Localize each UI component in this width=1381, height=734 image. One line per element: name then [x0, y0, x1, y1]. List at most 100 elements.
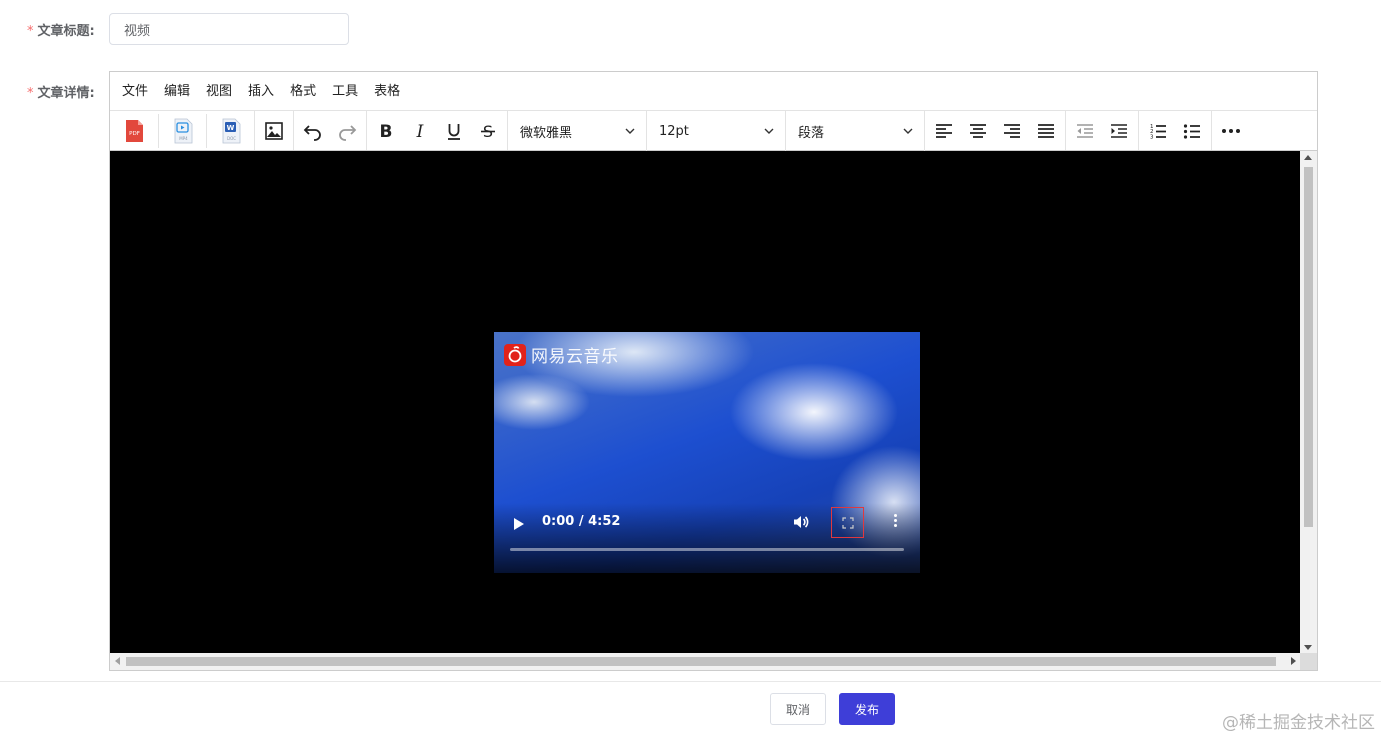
volume-icon [794, 516, 809, 528]
align-justify-icon [1038, 123, 1054, 138]
menu-edit[interactable]: 编辑 [156, 72, 198, 111]
svg-text:I: I [416, 122, 424, 141]
numbered-list-button[interactable]: 1 2 3 [1141, 114, 1175, 148]
font-family-select[interactable]: 微软雅黑 [508, 111, 647, 151]
font-size-select[interactable]: 12pt [647, 111, 786, 151]
menu-table[interactable]: 表格 [366, 72, 408, 111]
page: *文章标题: *文章详情: 文件 编辑 视图 插入 格式 工具 表格 PDF [0, 0, 1381, 734]
video-more-icon[interactable] [892, 514, 898, 529]
redo-button[interactable] [330, 114, 364, 148]
font-family-value: 微软雅黑 [520, 125, 573, 141]
upload-group: PDF MP4 W DOC [110, 111, 255, 150]
align-left-icon [936, 123, 952, 138]
menu-insert[interactable]: 插入 [240, 72, 282, 111]
menu-file[interactable]: 文件 [114, 72, 156, 111]
underline-button[interactable] [437, 114, 471, 148]
insert-image-button[interactable] [257, 114, 291, 148]
italic-icon: I [416, 122, 424, 141]
menu-format[interactable]: 格式 [282, 72, 324, 111]
video-logo: 网易云音乐 [504, 342, 619, 367]
undo-button[interactable] [296, 114, 330, 148]
doc-upload-button[interactable]: W DOC [206, 113, 254, 148]
image-icon [265, 121, 283, 140]
required-mark: * [27, 86, 34, 101]
alignment-group [925, 111, 1066, 150]
publish-button[interactable]: 发布 [839, 693, 895, 725]
editor-toolbar: PDF MP4 W DOC B I S 微软雅黑 12pt 段落 1 2 3 [110, 111, 1317, 151]
font-size-value: 12pt [659, 123, 689, 139]
align-right-icon [1004, 123, 1020, 138]
fullscreen-icon [841, 516, 854, 529]
editor-menubar: 文件 编辑 视图 插入 格式 工具 表格 [110, 72, 1317, 111]
scroll-right-icon[interactable] [1291, 657, 1296, 665]
detail-label: * 文章详情: [27, 82, 95, 101]
block-format-value: 段落 [798, 125, 825, 141]
chevron-down-icon [903, 128, 913, 134]
video-time: 0:00 / 4:52 [542, 514, 621, 529]
horizontal-scrollbar[interactable] [110, 653, 1301, 670]
italic-button[interactable]: I [403, 114, 437, 148]
indent-icon [1111, 123, 1127, 138]
align-justify-button[interactable] [1029, 114, 1063, 148]
scroll-up-icon[interactable] [1304, 155, 1312, 160]
svg-text:3: 3 [1150, 134, 1154, 140]
block-format-select[interactable]: 段落 [786, 111, 925, 151]
vertical-scroll-thumb[interactable] [1304, 167, 1313, 527]
footer-bar: 取消 发布 @稀土掘金技术社区 [0, 681, 1381, 734]
video-progress-bar[interactable] [510, 548, 904, 551]
more-icon [1222, 128, 1240, 133]
chevron-down-icon [764, 128, 774, 134]
menu-tools[interactable]: 工具 [324, 72, 366, 111]
align-right-button[interactable] [995, 114, 1029, 148]
volume-button[interactable] [791, 512, 811, 536]
embedded-video[interactable]: 网易云音乐 0:00 / 4:52 [494, 332, 920, 573]
strikethrough-icon: S [481, 122, 495, 141]
bullet-list-icon [1183, 123, 1200, 139]
align-center-button[interactable] [961, 114, 995, 148]
more-group [1212, 111, 1250, 150]
align-center-icon [970, 123, 986, 138]
svg-text:B: B [380, 122, 393, 141]
title-label: * 文章标题: [27, 20, 95, 39]
vertical-scrollbar[interactable] [1300, 151, 1317, 654]
image-group [255, 111, 294, 150]
align-left-button[interactable] [927, 114, 961, 148]
strikethrough-button[interactable]: S [471, 114, 505, 148]
indent-group [1066, 111, 1139, 150]
cancel-button[interactable]: 取消 [770, 693, 826, 725]
svg-text:MP4: MP4 [179, 136, 188, 141]
svg-text:PDF: PDF [129, 131, 140, 137]
play-icon[interactable] [514, 518, 524, 530]
underline-icon [448, 123, 460, 140]
bold-icon: B [380, 122, 393, 141]
rich-text-editor: 文件 编辑 视图 插入 格式 工具 表格 PDF MP4 W DOC B I S… [109, 71, 1318, 671]
bold-button[interactable]: B [369, 114, 403, 148]
more-button[interactable] [1214, 114, 1248, 148]
title-label-text: 文章标题: [37, 24, 95, 39]
detail-label-text: 文章详情: [37, 86, 95, 101]
scroll-left-icon[interactable] [115, 657, 120, 665]
pdf-upload-button[interactable]: PDF [110, 114, 158, 148]
fullscreen-button[interactable] [831, 507, 864, 538]
scroll-down-icon[interactable] [1304, 645, 1312, 650]
text-style-group: B I S [367, 111, 508, 150]
history-group [294, 111, 367, 150]
chevron-down-icon [625, 128, 635, 134]
video-controls: 0:00 / 4:52 [494, 507, 920, 538]
indent-button[interactable] [1102, 114, 1136, 148]
title-input[interactable] [109, 13, 349, 45]
horizontal-scroll-thumb[interactable] [126, 657, 1276, 666]
netease-music-logo-icon [504, 343, 526, 366]
svg-text:DOC: DOC [226, 136, 235, 141]
bullet-list-button[interactable] [1175, 114, 1209, 148]
menu-view[interactable]: 视图 [198, 72, 240, 111]
required-mark: * [27, 24, 34, 39]
editor-content-area[interactable]: 网易云音乐 0:00 / 4:52 [110, 151, 1301, 654]
mp4-upload-button[interactable]: MP4 [158, 113, 206, 148]
svg-text:W: W [226, 124, 234, 132]
outdent-icon [1077, 123, 1093, 138]
mp4-icon: MP4 [174, 118, 192, 143]
watermark-text: @稀土掘金技术社区 [1222, 713, 1375, 733]
undo-icon [303, 124, 321, 141]
outdent-button[interactable] [1068, 114, 1102, 148]
